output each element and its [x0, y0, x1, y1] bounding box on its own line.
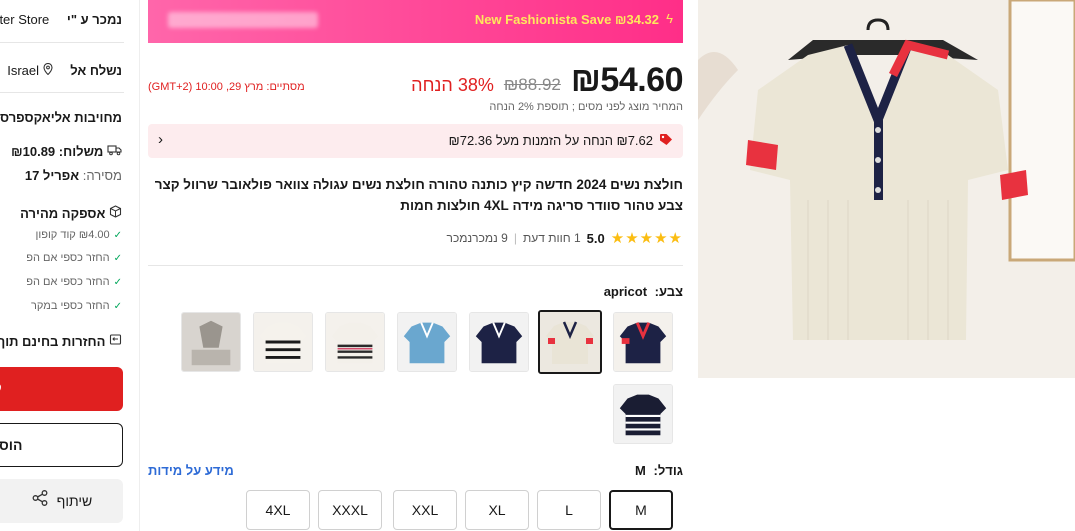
share-button[interactable]: שיתוף	[0, 479, 123, 523]
size-option[interactable]: XXXL	[318, 490, 382, 530]
delivery-row: מסירה: אפריל 17	[25, 168, 122, 183]
size-option[interactable]: XXL	[393, 490, 457, 530]
shipping-row: משלוח: ₪10.89	[11, 144, 122, 159]
size-option[interactable]: XL	[465, 490, 529, 530]
color-swatch-selected[interactable]	[538, 310, 602, 374]
bolt-icon: ϟ	[666, 11, 673, 26]
section-divider	[148, 265, 683, 266]
product-info-panel: ϟ New Fashionista Save ₪34.32 ₪54.60 ₪88…	[148, 0, 684, 531]
banner-text: New Fashionista Save ₪34.32	[474, 12, 659, 27]
coupon-bar[interactable]: ₪7.62 הנחה על הזמנות מעל ₪72.36 ‹	[148, 124, 683, 158]
size-label: גודל: M	[635, 463, 683, 478]
rating-value: 5.0	[586, 230, 605, 246]
fast-delivery-label: אספקה מהירה	[20, 206, 106, 221]
rating-stars-icon: ★★★★★	[610, 230, 683, 247]
ship-to-country: Israel	[7, 63, 39, 78]
chevron-left-icon[interactable]: ‹	[158, 131, 163, 148]
fast-delivery-row: אספקה מהירה	[20, 205, 122, 221]
price-row: ₪54.60 ₪88.92 38% הנחה	[411, 56, 683, 100]
tax-note: המחיר מוצג לפני מסים ; תוספת 2% הנחה	[489, 101, 683, 113]
perk-item: ✓החזר כספי במקר	[31, 300, 122, 312]
size-info-link[interactable]: מידע על מידות	[148, 463, 234, 478]
perk-item: ✓החזר כספי אם הפ	[26, 252, 122, 264]
location-pin-icon	[39, 62, 53, 78]
check-icon: ✓	[113, 253, 122, 264]
rating-row[interactable]: ★★★★★ 5.0 1 חוות דעת | 9 נמכרנמכר	[447, 229, 683, 247]
free-returns-label: החזרות בחינם תוך	[0, 334, 106, 349]
color-swatch[interactable]	[613, 312, 673, 372]
perk-item: ✓החזר כספי אם הפ	[26, 276, 122, 288]
delivery-date: אפריל 17	[24, 168, 80, 183]
check-icon: ✓	[113, 277, 122, 288]
commitment-heading: מחויבות אליאקספרס	[0, 110, 122, 125]
shield-box-icon	[105, 205, 122, 221]
store-name-link[interactable]: ter Store	[0, 12, 49, 27]
selected-color: apricot	[603, 284, 648, 299]
color-swatch[interactable]	[469, 312, 529, 372]
discount-badge: 38% הנחה	[411, 75, 494, 95]
delivery-label: מסירה:	[82, 168, 122, 183]
color-label: צבע: apricot	[603, 284, 683, 299]
size-option[interactable]: L	[537, 490, 601, 530]
free-returns-row[interactable]: החזרות בחינם תוך	[0, 333, 122, 349]
ship-to-row[interactable]: נשלח אל Israel	[7, 62, 122, 78]
color-swatch[interactable]	[613, 384, 673, 444]
seller-row: נמכר ע "י ter Store	[0, 12, 122, 27]
shipping-label: משלוח:	[58, 144, 104, 159]
color-swatch[interactable]	[397, 312, 457, 372]
buy-now-button[interactable]: ק	[0, 367, 123, 411]
perk-item: ✓₪4.00 קוד קופון	[35, 229, 122, 241]
ship-to-label: נשלח אל	[70, 63, 122, 78]
truck-icon	[103, 144, 122, 159]
sidebar-divider	[0, 42, 124, 43]
color-swatch[interactable]	[181, 312, 241, 372]
sold-count: 9 נמכרנמכר	[446, 231, 508, 245]
product-main-image[interactable]	[698, 0, 1075, 378]
review-count[interactable]: 1 חוות דעת	[523, 231, 581, 245]
sidebar-divider	[0, 92, 124, 93]
share-icon	[31, 480, 49, 524]
coupon-text: ₪7.62 הנחה על הזמנות מעל ₪72.36	[448, 133, 653, 148]
shipping-cost: ₪10.89	[11, 144, 56, 159]
rating-separator: |	[513, 231, 517, 245]
sold-by-label: נמכר ע "י	[66, 12, 122, 27]
tag-icon	[659, 133, 673, 147]
color-swatch[interactable]	[253, 312, 313, 372]
check-icon: ✓	[113, 301, 122, 312]
promo-banner[interactable]: ϟ New Fashionista Save ₪34.32	[148, 0, 683, 43]
size-option-selected[interactable]: M	[609, 490, 673, 530]
return-box-icon	[105, 334, 122, 349]
add-to-cart-button[interactable]: הוס	[0, 423, 123, 467]
product-title: חולצת נשים 2024 חדשה קיץ כותנה טהורה חול…	[154, 177, 683, 213]
size-option[interactable]: 4XL	[246, 490, 310, 530]
share-label: שיתוף	[56, 493, 93, 509]
current-price: ₪54.60	[570, 61, 684, 99]
sale-end-time: מסתיים: מרץ 29, 10:00 (GMT+2)	[148, 81, 305, 93]
selected-size: M	[635, 463, 646, 478]
banner-blurred-area	[168, 12, 318, 28]
original-price: ₪88.92	[503, 75, 561, 94]
color-swatch[interactable]	[325, 312, 385, 372]
buy-box-sidebar: נמכר ע "י ter Store נשלח אל Israel מחויב…	[0, 0, 140, 531]
check-icon: ✓	[113, 230, 122, 241]
